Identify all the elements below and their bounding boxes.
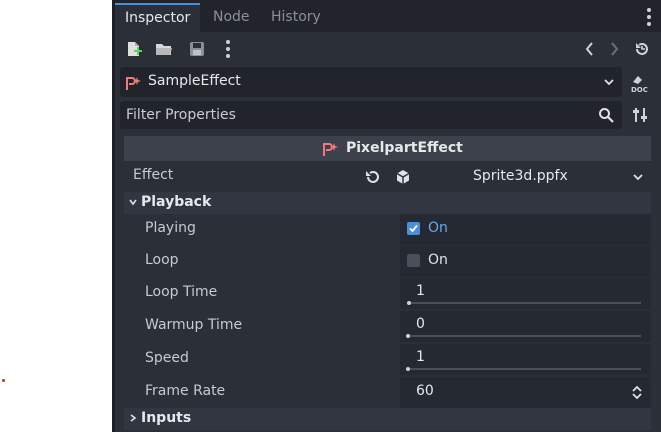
search-icon	[599, 108, 614, 123]
svg-text:DOC: DOC	[631, 86, 648, 94]
chevron-down-icon	[604, 79, 614, 86]
effect-resource-name: Sprite3d.ppfx	[473, 168, 568, 184]
speed-slider[interactable]	[406, 367, 641, 371]
warmup-time-label: Warmup Time	[145, 317, 243, 333]
speed-value: 1	[416, 349, 425, 365]
resource-cube-icon	[396, 170, 410, 184]
filter-options-icon[interactable]	[631, 106, 649, 124]
filter-properties-input[interactable]	[120, 101, 590, 129]
chevron-down-icon	[129, 199, 137, 206]
dock-tab-bar: Inspector Node History	[115, 0, 661, 32]
object-name: SampleEffect	[148, 73, 241, 89]
class-header-title: PixelpartEffect	[346, 140, 463, 156]
effect-label: Effect	[133, 167, 174, 183]
playing-value-text: On	[428, 220, 448, 236]
chevron-right-icon	[130, 414, 137, 422]
section-inputs[interactable]: Inputs	[124, 408, 651, 430]
kebab-menu-icon[interactable]	[226, 40, 230, 61]
history-back-icon[interactable]	[581, 40, 599, 58]
frame-rate-value: 60	[416, 383, 434, 399]
save-icon[interactable]	[188, 40, 206, 58]
tab-menu-icon[interactable]	[647, 8, 651, 29]
chevron-down-icon[interactable]	[633, 172, 643, 182]
loop-value-text: On	[428, 252, 448, 268]
playing-property: Playing On	[124, 214, 651, 245]
section-inputs-label: Inputs	[141, 410, 192, 426]
warmup-time-spinslider[interactable]: 0	[400, 311, 651, 342]
loop-label: Loop	[145, 252, 179, 268]
loop-time-value: 1	[416, 283, 425, 299]
loop-time-label: Loop Time	[145, 284, 218, 300]
effect-resource-picker[interactable]: Sprite3d.ppfx	[416, 163, 651, 190]
pixelpart-effect-icon	[323, 143, 338, 156]
doc-icon[interactable]: DOC	[629, 72, 651, 94]
class-header: PixelpartEffect	[124, 136, 651, 161]
warmup-time-property: Warmup Time 0	[124, 311, 651, 342]
reset-icon[interactable]	[364, 169, 380, 185]
tab-inspector[interactable]: Inspector	[115, 3, 201, 32]
loop-time-slider[interactable]	[407, 301, 641, 305]
checkbox-unchecked-icon	[407, 254, 420, 267]
frame-rate-label: Frame Rate	[145, 383, 226, 399]
playing-checkbox[interactable]: On	[400, 214, 651, 245]
canvas-marker	[2, 379, 5, 382]
playing-label: Playing	[145, 220, 196, 236]
inspector-dock: Inspector Node History SampleEffect DOC …	[112, 0, 661, 432]
tab-node[interactable]: Node	[203, 3, 260, 32]
open-folder-icon[interactable]	[155, 40, 173, 58]
object-history-icon[interactable]	[633, 40, 651, 58]
history-forward-icon[interactable]	[605, 40, 623, 58]
filter-properties-field[interactable]	[120, 101, 622, 129]
loop-time-property: Loop Time 1	[124, 278, 651, 309]
spin-updown-icon[interactable]	[631, 385, 643, 400]
loop-property: Loop On	[124, 246, 651, 277]
tab-history[interactable]: History	[261, 3, 331, 32]
checkbox-checked-icon	[407, 222, 420, 235]
section-playback-label: Playback	[141, 194, 212, 210]
frame-rate-spinbox[interactable]: 60	[400, 377, 651, 408]
speed-property: Speed 1	[124, 344, 651, 375]
warmup-time-value: 0	[416, 316, 425, 332]
warmup-time-slider[interactable]	[406, 334, 641, 338]
effect-property: Effect Sprite3d.ppfx	[124, 163, 651, 190]
loop-time-spinslider[interactable]: 1	[400, 278, 651, 309]
pixelpart-effect-icon	[126, 77, 141, 90]
inspector-toolbar	[115, 32, 661, 66]
speed-label: Speed	[145, 350, 189, 366]
speed-spinslider[interactable]: 1	[400, 344, 651, 375]
loop-checkbox[interactable]: On	[400, 246, 651, 277]
new-resource-icon[interactable]	[125, 40, 143, 58]
section-playback[interactable]: Playback	[124, 192, 651, 214]
object-selector[interactable]: SampleEffect	[120, 67, 622, 97]
frame-rate-property: Frame Rate 60	[124, 377, 651, 408]
